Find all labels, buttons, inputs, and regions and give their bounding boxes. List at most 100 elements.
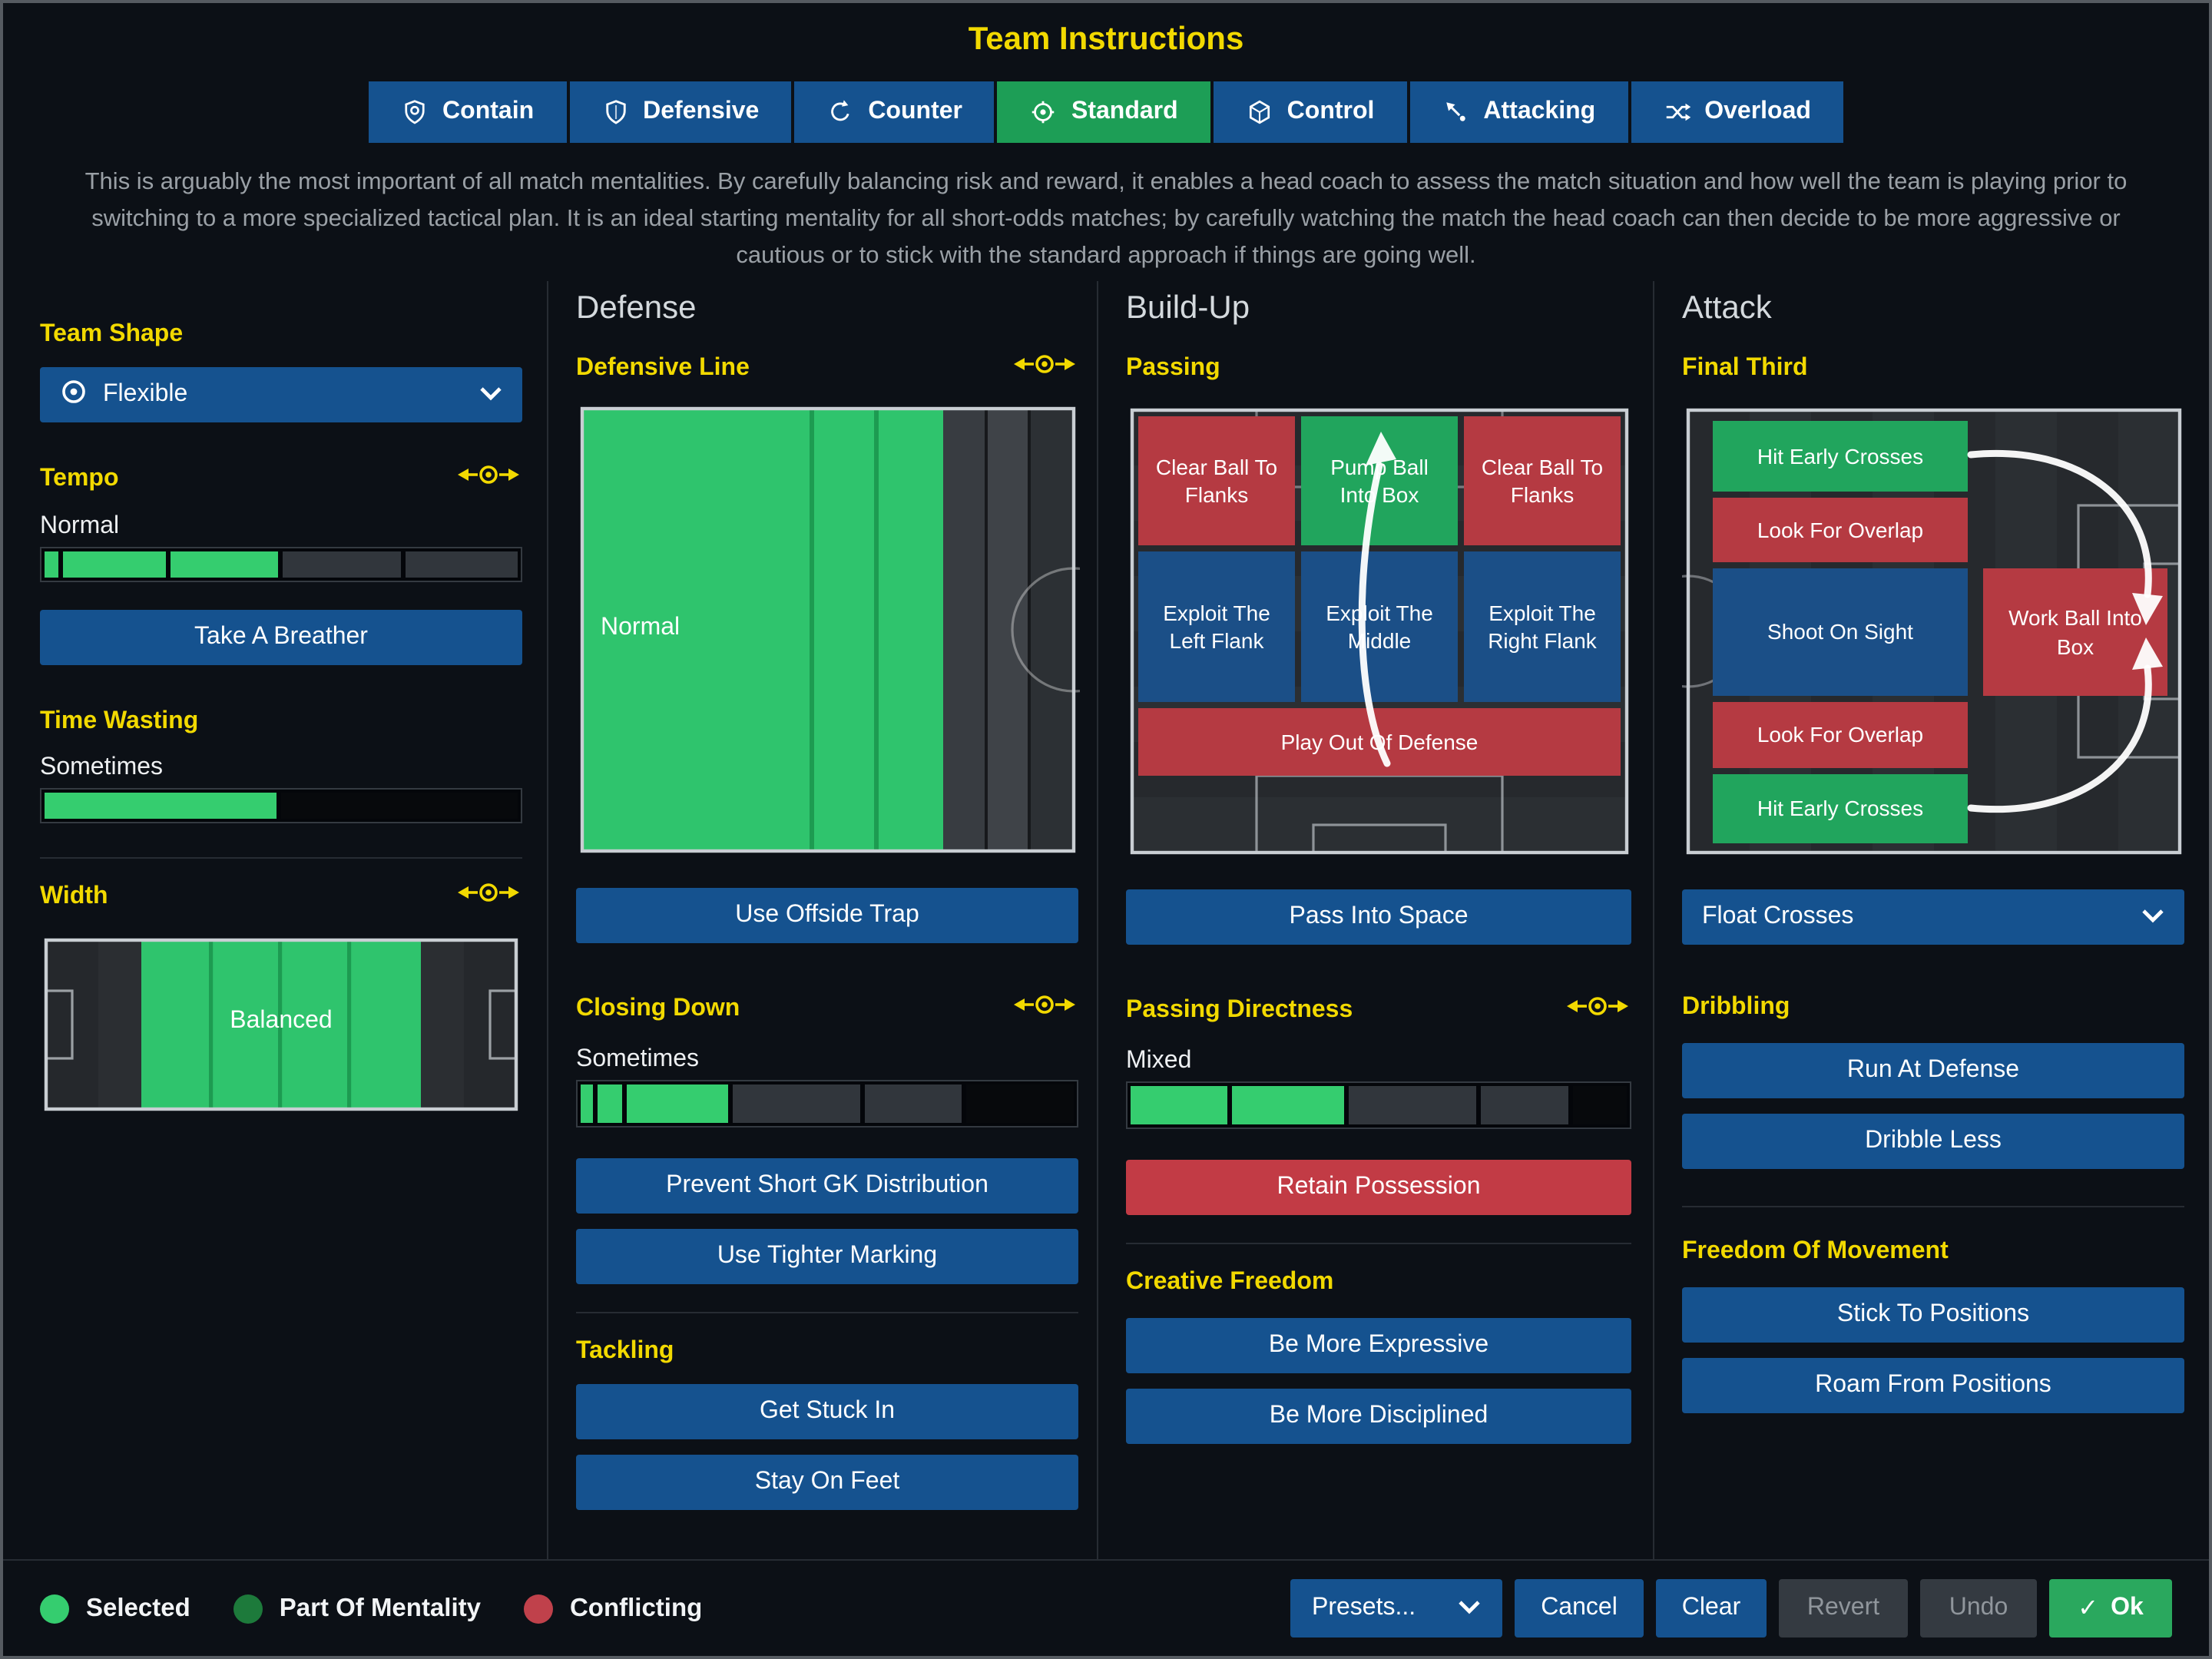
conflicting-dot-icon: [524, 1594, 553, 1623]
zone-work-ball-into-box[interactable]: Work Ball Into Box: [1983, 568, 2167, 696]
final-third-label: Final Third: [1682, 355, 2184, 382]
counter-arrow-icon: [826, 98, 854, 126]
flexible-target-icon: [60, 377, 88, 412]
check-icon: ✓: [2078, 1593, 2098, 1624]
zone-clear-ball-to-flanks-left[interactable]: Clear Ball To Flanks: [1138, 416, 1295, 545]
pass-into-space-button[interactable]: Pass Into Space: [1126, 889, 1631, 945]
roam-from-positions-button[interactable]: Roam From Positions: [1682, 1358, 2184, 1413]
tab-attacking[interactable]: Attacking: [1409, 81, 1628, 143]
passing-label: Passing: [1126, 355, 1631, 382]
passing-directness-mentality-dial-icon[interactable]: [1564, 994, 1631, 1026]
team-shape-dropdown[interactable]: Flexible: [40, 367, 522, 422]
attack-heading: Attack: [1682, 290, 2184, 327]
presets-label: Presets...: [1312, 1594, 1416, 1622]
zone-exploit-the-middle[interactable]: Exploit The Middle: [1301, 551, 1458, 702]
contain-shield-icon: [401, 98, 429, 126]
passing-directness-slider[interactable]: [1126, 1081, 1631, 1129]
tab-overload[interactable]: Overload: [1631, 81, 1843, 143]
width-mentality-dial-icon[interactable]: [455, 880, 522, 912]
attack-column: Attack Final Third Hit Early Crosses Loo…: [1653, 281, 2212, 1559]
be-more-disciplined-button[interactable]: Be More Disciplined: [1126, 1389, 1631, 1444]
creative-freedom-label: Creative Freedom: [1126, 1269, 1631, 1296]
undo-button[interactable]: Undo: [1920, 1579, 2037, 1637]
mentality-description: This is arguably the most important of a…: [68, 164, 2144, 275]
tab-defensive[interactable]: Defensive: [569, 81, 791, 143]
attack-arrow-icon: [1442, 98, 1469, 126]
dribble-less-button[interactable]: Dribble Less: [1682, 1114, 2184, 1169]
chevron-down-icon: [479, 381, 502, 409]
closing-down-slider[interactable]: [576, 1080, 1078, 1128]
zone-play-out-of-defense[interactable]: Play Out Of Defense: [1138, 708, 1621, 776]
be-more-expressive-button[interactable]: Be More Expressive: [1126, 1318, 1631, 1373]
tab-control[interactable]: Control: [1214, 81, 1407, 143]
ok-label: Ok: [2111, 1594, 2144, 1622]
tab-counter[interactable]: Counter: [794, 81, 995, 143]
crosses-dropdown[interactable]: Float Crosses: [1682, 889, 2184, 945]
legend-part-of-mentality: Part Of Mentality: [233, 1594, 481, 1623]
use-offside-trap-button[interactable]: Use Offside Trap: [576, 888, 1078, 943]
clear-button[interactable]: Clear: [1656, 1579, 1767, 1637]
passing-focus-pitch: Clear Ball To Flanks Pump Ball Into Box …: [1126, 404, 1631, 859]
closing-down-mentality-dial-icon[interactable]: [1011, 992, 1078, 1025]
defensive-line-value: Normal: [601, 614, 680, 642]
revert-button[interactable]: Revert: [1779, 1579, 1908, 1637]
tab-contain[interactable]: Contain: [369, 81, 566, 143]
legend-label: Part Of Mentality: [280, 1594, 481, 1623]
zone-look-for-overlap-bottom[interactable]: Look For Overlap: [1713, 702, 1968, 768]
get-stuck-in-button[interactable]: Get Stuck In: [576, 1384, 1078, 1439]
zone-look-for-overlap-top[interactable]: Look For Overlap: [1713, 498, 1968, 562]
stay-on-feet-button[interactable]: Stay On Feet: [576, 1455, 1078, 1510]
legend-label: Selected: [86, 1594, 190, 1623]
tempo-slider[interactable]: [40, 547, 522, 582]
run-at-defense-button[interactable]: Run At Defense: [1682, 1043, 2184, 1098]
divider: [40, 857, 522, 859]
crossing-arrows-icon: [1663, 98, 1690, 126]
use-tighter-marking-button[interactable]: Use Tighter Marking: [576, 1229, 1078, 1284]
retain-possession-button[interactable]: Retain Possession: [1126, 1160, 1631, 1215]
shield-icon: [601, 98, 629, 126]
legend-selected: Selected: [40, 1594, 190, 1623]
defense-column: Defense Defensive Line: [547, 281, 1097, 1559]
zone-exploit-the-right-flank[interactable]: Exploit The Right Flank: [1464, 551, 1621, 702]
zone-hit-early-crosses-bottom[interactable]: Hit Early Crosses: [1713, 774, 1968, 843]
cancel-button[interactable]: Cancel: [1515, 1579, 1644, 1637]
chevron-down-icon: [1458, 1594, 1481, 1622]
team-instructions-window: Team Instructions Contain Defensive Coun…: [0, 0, 2212, 1659]
zone-pump-ball-into-box[interactable]: Pump Ball Into Box: [1301, 416, 1458, 545]
prevent-short-gk-distribution-button[interactable]: Prevent Short GK Distribution: [576, 1158, 1078, 1214]
page-title: Team Instructions: [3, 22, 2209, 58]
final-third-pitch: Hit Early Crosses Look For Overlap Shoot…: [1682, 404, 2184, 859]
tab-label: Defensive: [643, 98, 759, 126]
defensive-line-mentality-dial-icon[interactable]: [1011, 352, 1078, 384]
zone-clear-ball-to-flanks-right[interactable]: Clear Ball To Flanks: [1464, 416, 1621, 545]
stick-to-positions-button[interactable]: Stick To Positions: [1682, 1287, 2184, 1343]
zone-exploit-the-left-flank[interactable]: Exploit The Left Flank: [1138, 551, 1295, 702]
mentality-tabs: Contain Defensive Counter Standard Contr…: [3, 81, 2209, 143]
tackling-label: Tackling: [576, 1338, 1078, 1366]
divider: [1126, 1243, 1631, 1244]
tempo-mentality-dial-icon[interactable]: [455, 462, 522, 495]
zone-hit-early-crosses-top[interactable]: Hit Early Crosses: [1713, 421, 1968, 492]
tab-label: Counter: [868, 98, 962, 126]
tempo-label: Tempo: [40, 465, 119, 492]
selected-dot-icon: [40, 1594, 69, 1623]
width-value: Balanced: [141, 1008, 421, 1035]
closing-down-value: Sometimes: [576, 1046, 1078, 1074]
zone-shoot-on-sight[interactable]: Shoot On Sight: [1713, 568, 1968, 696]
defense-heading: Defense: [576, 290, 1078, 327]
general-instructions-column: Team Shape Flexible Tempo Normal Take A …: [3, 281, 547, 1559]
legend-label: Conflicting: [570, 1594, 702, 1623]
tab-standard[interactable]: Standard: [998, 81, 1210, 143]
team-shape-label: Team Shape: [40, 321, 522, 349]
tempo-value: Normal: [40, 513, 522, 541]
take-a-breather-button[interactable]: Take A Breather: [40, 610, 522, 665]
dribbling-label: Dribbling: [1682, 994, 2184, 1022]
defensive-line-pitch[interactable]: Normal: [576, 402, 1078, 857]
passing-directness-label: Passing Directness: [1126, 996, 1353, 1024]
chevron-down-icon: [2141, 903, 2164, 931]
width-pitch[interactable]: Balanced: [40, 934, 522, 1115]
tab-label: Contain: [442, 98, 534, 126]
time-wasting-slider[interactable]: [40, 788, 522, 823]
presets-dropdown[interactable]: Presets...: [1290, 1579, 1502, 1637]
ok-button[interactable]: ✓ Ok: [2049, 1579, 2172, 1637]
